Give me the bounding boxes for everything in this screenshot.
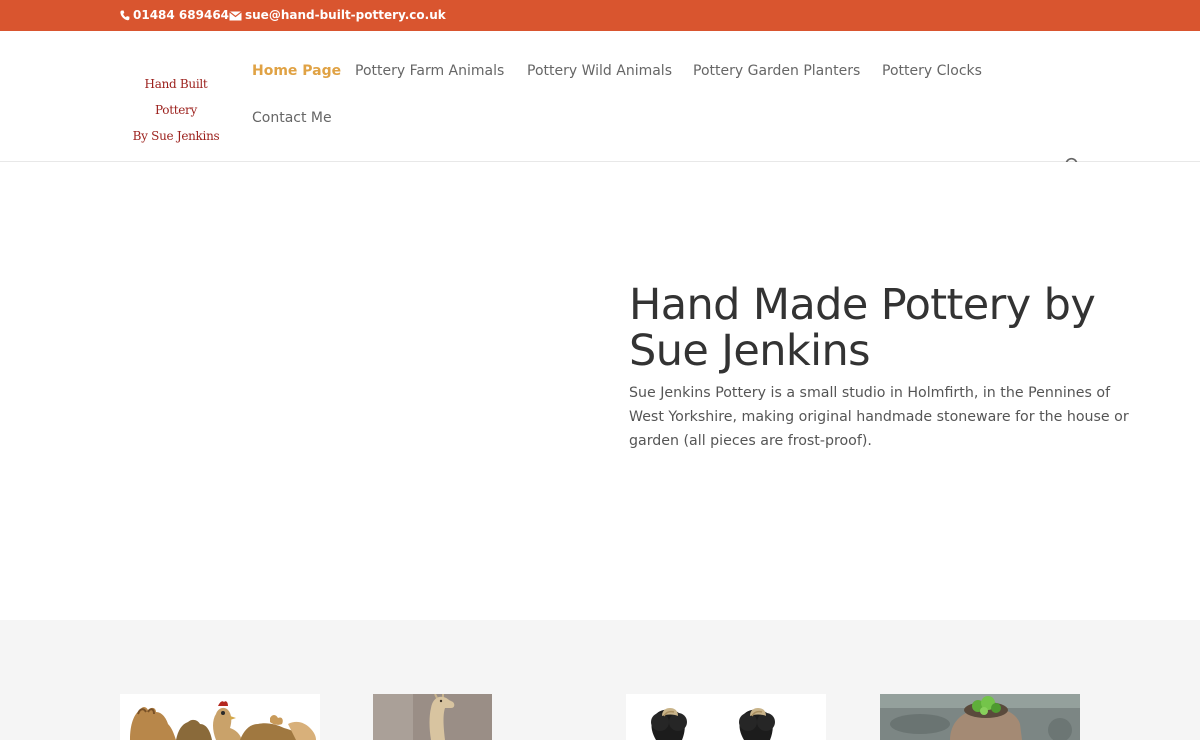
pottery-camel-image[interactable] (373, 694, 492, 740)
nav-pottery-garden-planters[interactable]: Pottery Garden Planters (693, 62, 860, 80)
nav-home-page[interactable]: Home Page (252, 62, 341, 80)
pottery-sheep-image[interactable] (626, 694, 826, 740)
email-info[interactable]: sue@hand-built-pottery.co.uk (229, 8, 446, 23)
phone-number: 01484 689464 (133, 8, 230, 22)
hero-description: Sue Jenkins Pottery is a small studio in… (629, 385, 1129, 449)
gallery-section (0, 620, 1200, 740)
phone-icon (120, 10, 130, 21)
top-bar: 01484 689464 sue@hand-built-pottery.co.u… (0, 0, 1200, 31)
phone-info[interactable]: 01484 689464 (120, 8, 229, 23)
logo-line-1: Hand Built Pottery (144, 77, 208, 117)
nav-contact-me[interactable]: Contact Me (252, 109, 332, 127)
envelope-icon (229, 10, 242, 20)
hero-section: Hand Made Pottery by Sue Jenkins Sue Jen… (0, 162, 1200, 620)
logo-line-2: By Sue Jenkins (132, 129, 220, 143)
site-logo[interactable]: Hand Built Pottery By Sue Jenkins (122, 71, 230, 149)
pottery-hens-image[interactable] (120, 694, 320, 740)
header: Hand Built Pottery By Sue Jenkins Home P… (0, 31, 1200, 162)
nav-pottery-farm-animals[interactable]: Pottery Farm Animals (355, 62, 504, 80)
nav-pottery-clocks[interactable]: Pottery Clocks (882, 62, 982, 80)
hero-title: Hand Made Pottery by Sue Jenkins (629, 280, 1096, 376)
email-address: sue@hand-built-pottery.co.uk (245, 8, 446, 22)
nav-pottery-wild-animals[interactable]: Pottery Wild Animals (527, 62, 672, 80)
pottery-planter-image[interactable] (880, 694, 1080, 740)
